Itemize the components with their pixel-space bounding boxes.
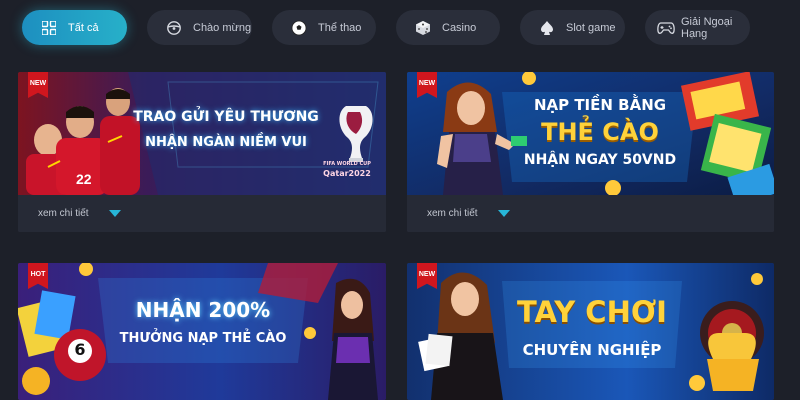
promo-banner[interactable]: 22 TRAO GỬI YÊU THƯƠNG NHẬN NGÀN NIỀM VU… bbox=[18, 72, 386, 195]
steering-wheel-icon bbox=[165, 19, 183, 37]
card-footer[interactable]: xem chi tiết bbox=[407, 195, 774, 232]
promo-banner[interactable]: TAY CHƠI CHUYÊN NGHIỆP NEW bbox=[407, 263, 774, 400]
tab-label: Tất cả bbox=[68, 21, 99, 34]
promo-title-line1: NẠP TIỀN BẰNG bbox=[533, 96, 667, 114]
promotions-page: Tất cả Chào mừng Thể thao Casino Slot ga… bbox=[0, 0, 800, 400]
tab-casino[interactable]: Casino bbox=[396, 10, 500, 45]
promo-title-line1: TAY CHƠI bbox=[517, 295, 667, 329]
chevron-down-icon[interactable] bbox=[497, 210, 510, 217]
promo-tag-line1: FIFA WORLD CUP bbox=[323, 161, 371, 167]
dice-icon bbox=[414, 19, 432, 37]
tab-label: Casino bbox=[442, 21, 477, 34]
chevron-down-icon[interactable] bbox=[108, 210, 121, 217]
view-details-link[interactable]: xem chi tiết bbox=[427, 208, 478, 219]
svg-text:22: 22 bbox=[76, 171, 92, 187]
view-details-link[interactable]: xem chi tiết bbox=[38, 208, 89, 219]
pro-player-banner-art bbox=[407, 263, 774, 400]
promo-card-pro-player[interactable]: TAY CHƠI CHUYÊN NGHIỆP NEW bbox=[407, 263, 774, 400]
grid-icon bbox=[40, 19, 58, 37]
spade-icon bbox=[538, 19, 556, 37]
tab-premier-league[interactable]: Giải Ngoại Hạng bbox=[645, 10, 750, 45]
promo-title-line2: THƯỞNG NẠP THẺ CÀO bbox=[119, 331, 287, 346]
promo-tag-line2: Qatar2022 bbox=[323, 169, 371, 178]
promo-title-line1: NHẬN 200% bbox=[135, 298, 271, 322]
tab-label: Thể thao bbox=[318, 21, 362, 34]
tab-slot-game[interactable]: Slot game bbox=[520, 10, 625, 45]
gamepad-icon bbox=[657, 19, 675, 37]
promo-banner[interactable]: NẠP TIỀN BẰNG THẺ CÀO NHẬN NGAY 50VND NE… bbox=[407, 72, 774, 195]
card-footer[interactable]: xem chi tiết bbox=[18, 195, 386, 232]
promo-title-line2: CHUYÊN NGHIỆP bbox=[522, 341, 662, 359]
tab-all[interactable]: Tất cả bbox=[22, 10, 127, 45]
promo-title-line2: NHẬN NGÀN NIỀM VUI bbox=[145, 135, 307, 150]
promo-banner[interactable]: NHẬN 200% THƯỞNG NẠP THẺ CÀO 6 HOT bbox=[18, 263, 386, 400]
promo-title-line2: THẺ CÀO bbox=[541, 118, 659, 146]
tab-label: Slot game bbox=[566, 21, 616, 34]
promo-card-worldcup[interactable]: 22 TRAO GỬI YÊU THƯƠNG NHẬN NGÀN NIỀM VU… bbox=[18, 72, 386, 232]
tab-welcome[interactable]: Chào mừng bbox=[147, 10, 252, 45]
ball-number: 6 bbox=[74, 340, 86, 359]
tab-label: Chào mừng bbox=[193, 21, 252, 34]
tab-label: Giải Ngoại Hạng bbox=[681, 15, 733, 40]
soccer-ball-icon bbox=[290, 19, 308, 37]
promo-title-line1: TRAO GỬI YÊU THƯƠNG bbox=[133, 109, 319, 125]
promo-title-line3: NHẬN NGAY 50VND bbox=[523, 152, 677, 168]
promo-card-scratch-card[interactable]: NẠP TIỀN BẰNG THẺ CÀO NHẬN NGAY 50VND NE… bbox=[407, 72, 774, 232]
tab-sports[interactable]: Thể thao bbox=[272, 10, 376, 45]
promo-card-bonus-200[interactable]: NHẬN 200% THƯỞNG NẠP THẺ CÀO 6 HOT bbox=[18, 263, 386, 400]
